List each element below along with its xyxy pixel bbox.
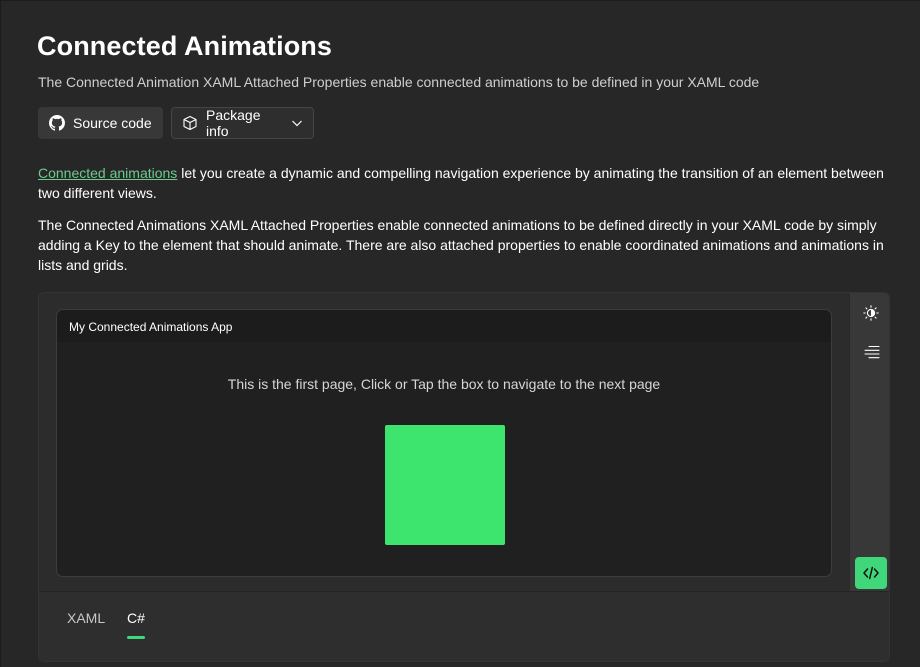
theme-toggle-icon: [863, 305, 879, 321]
tab-selected-indicator: [127, 636, 145, 639]
tab-xaml[interactable]: XAML: [67, 610, 105, 626]
code-icon: [863, 566, 879, 580]
sample-toolbar: [849, 293, 889, 591]
code-toggle-button[interactable]: [855, 557, 887, 589]
package-info-button[interactable]: Package info: [171, 107, 314, 139]
description-paragraph-2: The Connected Animations XAML Attached P…: [38, 217, 884, 273]
page-subtitle: The Connected Animation XAML Attached Pr…: [38, 74, 760, 90]
chevron-down-icon: [292, 120, 302, 127]
tab-csharp[interactable]: C#: [127, 610, 145, 626]
page: Connected Animations The Connected Anima…: [0, 0, 920, 667]
app-titlebar: My Connected Animations App: [57, 310, 831, 342]
package-info-label: Package info: [206, 107, 261, 139]
app-title: My Connected Animations App: [69, 320, 233, 334]
package-icon: [183, 115, 197, 131]
theme-toggle-button[interactable]: [855, 297, 887, 329]
page-title: Connected Animations: [37, 31, 333, 61]
options-menu-button[interactable]: [855, 336, 887, 368]
connected-animations-link[interactable]: Connected animations: [38, 165, 177, 181]
sample-stage: My Connected Animations App This is the …: [39, 293, 849, 591]
sample-panel: My Connected Animations App This is the …: [38, 292, 890, 662]
github-icon: [49, 115, 65, 131]
source-code-button[interactable]: Source code: [38, 107, 163, 139]
description-paragraph-1: Connected animations let you create a dy…: [38, 163, 898, 203]
source-code-label: Source code: [73, 115, 152, 131]
code-tabs: XAML C#: [39, 591, 889, 661]
options-menu-icon: [864, 345, 880, 359]
animated-box[interactable]: [385, 425, 505, 545]
app-window: My Connected Animations App This is the …: [56, 309, 832, 577]
app-instructions: This is the first page, Click or Tap the…: [227, 376, 661, 392]
